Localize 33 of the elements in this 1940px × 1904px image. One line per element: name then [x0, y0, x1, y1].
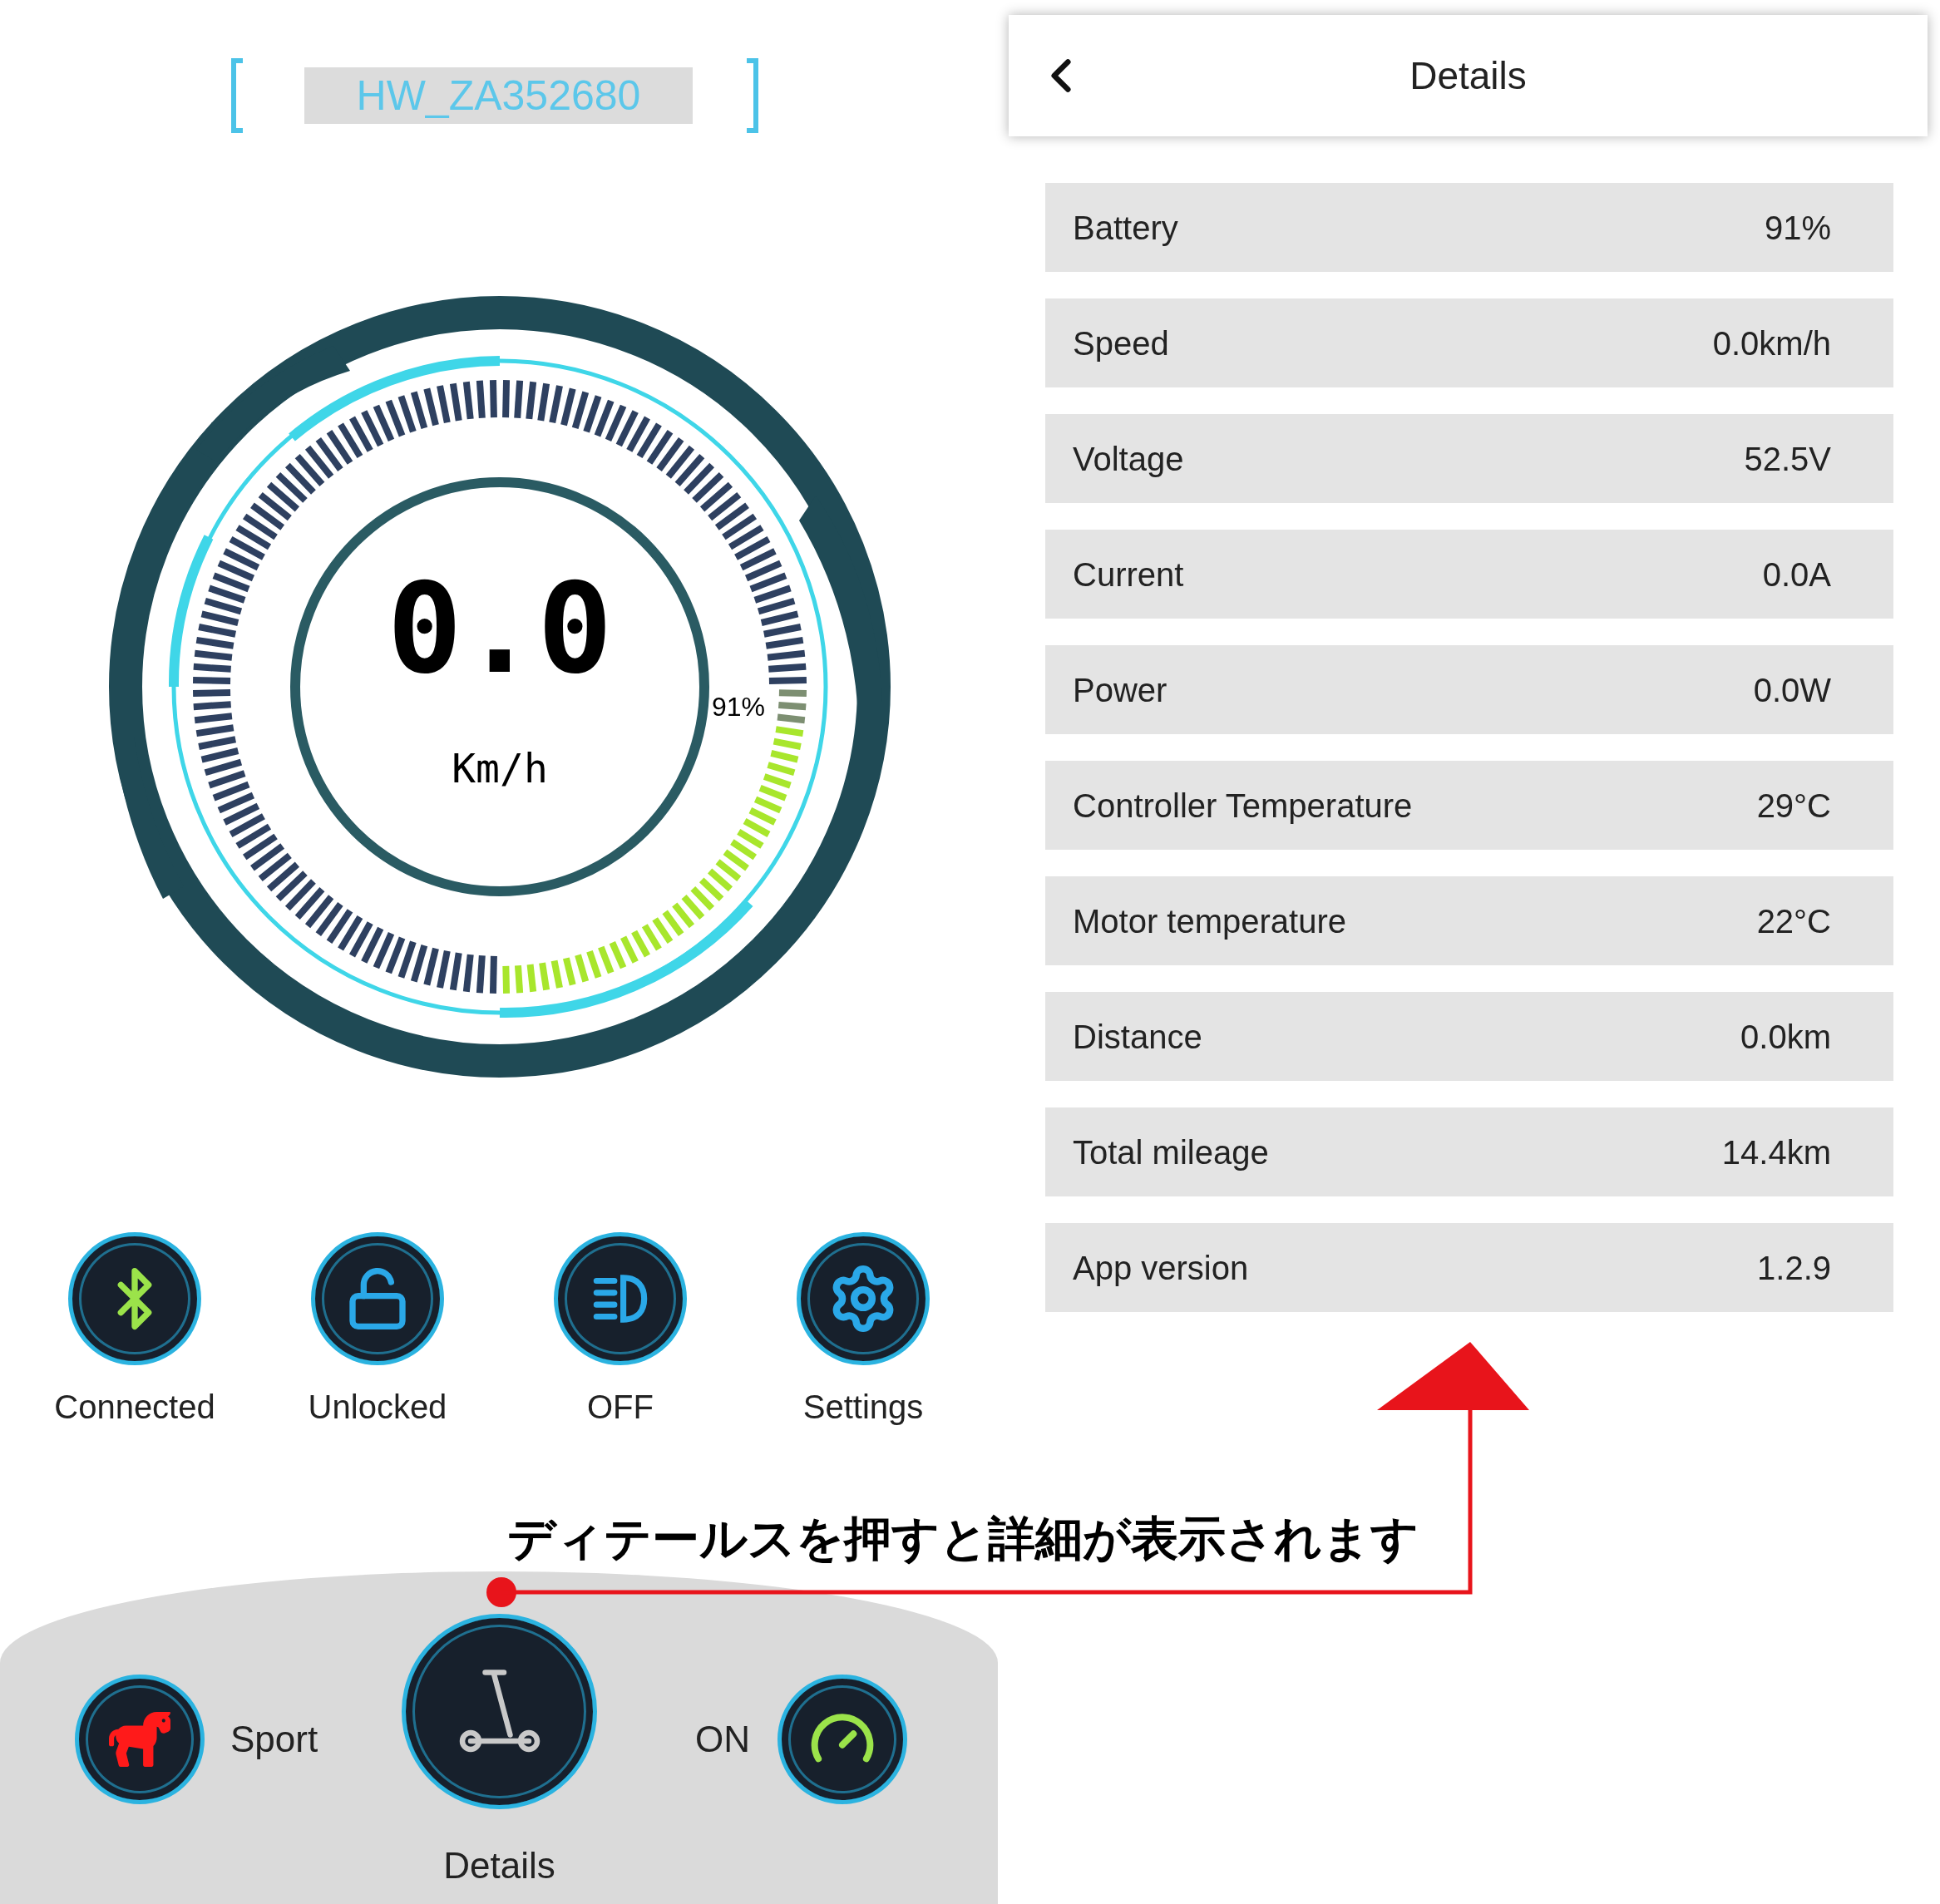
- annotation-text: ディテールスを押すと詳細が表示されます: [507, 1510, 1419, 1567]
- detail-label: Voltage: [1073, 439, 1184, 479]
- detail-value: 29°C: [1756, 786, 1831, 826]
- detail-label: Controller Temperature: [1073, 786, 1413, 826]
- detail-value: 0.0km: [1740, 1017, 1831, 1057]
- speed-reading: 0.0: [386, 566, 614, 691]
- detail-value: 22°C: [1756, 901, 1831, 941]
- detail-value: 14.4km: [1721, 1132, 1831, 1172]
- detail-value: 91%: [1764, 208, 1831, 248]
- control-label: Unlocked: [308, 1388, 447, 1427]
- detail-value: 0.0A: [1762, 555, 1831, 594]
- cruise-label: ON: [695, 1718, 751, 1761]
- detail-label: Power: [1073, 670, 1167, 710]
- device-name: HW_ZA352680: [304, 67, 693, 124]
- detail-label: Total mileage: [1073, 1132, 1269, 1172]
- mode-label: Sport: [230, 1718, 319, 1761]
- details-label: Details: [443, 1844, 555, 1887]
- detail-label: App version: [1073, 1248, 1249, 1288]
- screen-title: Details: [1409, 52, 1527, 99]
- detail-value: 0.0km/h: [1712, 323, 1831, 363]
- detail-label: Speed: [1073, 323, 1169, 363]
- detail-label: Distance: [1073, 1017, 1202, 1057]
- detail-value: 52.5V: [1744, 439, 1831, 479]
- detail-label: Motor temperature: [1073, 901, 1347, 941]
- battery-percent: 91%: [712, 691, 766, 723]
- control-label: Connected: [54, 1388, 215, 1427]
- detail-value: 0.0W: [1753, 670, 1831, 710]
- detail-value: 1.2.9: [1757, 1248, 1831, 1288]
- speed-unit: Km/h: [451, 745, 549, 792]
- control-label: Settings: [802, 1388, 924, 1427]
- detail-label: Current: [1073, 555, 1184, 594]
- detail-label: Battery: [1073, 208, 1178, 248]
- control-label: OFF: [587, 1388, 654, 1427]
